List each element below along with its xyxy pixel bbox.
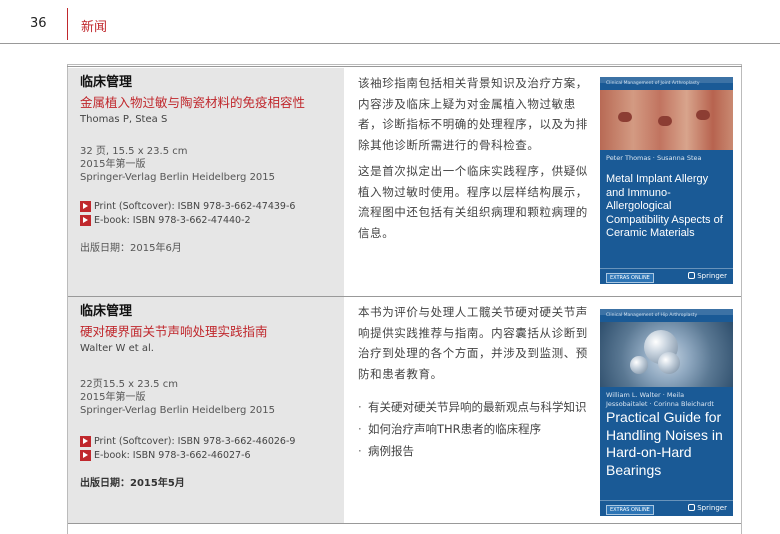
frame-top-rule: [67, 66, 742, 67]
book-authors: Walter W et al.: [80, 343, 154, 354]
cover-art: Clinical Management of Joint Arthroplast…: [600, 77, 733, 284]
book-entry: 临床管理 硬对硬界面关节声响处理实践指南 Walter W et al. 22页…: [68, 297, 741, 523]
book-entry: 临床管理 金属植入物过敏与陶瓷材料的免疫相容性 Thomas P, Stea S…: [68, 68, 741, 296]
cover-footer: EXTRAS ONLINE Springer: [600, 268, 733, 284]
isbn-print-label: Print (Softcover): ISBN 978-3-662-47439-…: [94, 201, 296, 212]
springer-label: Springer: [697, 272, 727, 280]
cover-photo-mark: [696, 110, 710, 120]
arrow-icon: [80, 201, 91, 212]
cover-series: Clinical Management of Hip Arthroplasty: [606, 313, 698, 318]
arrow-icon: [80, 450, 91, 461]
page-header: 36 新闻: [0, 0, 780, 44]
isbn-ebook-label: E-book: ISBN 978-3-662-47440-2: [94, 215, 251, 226]
springer-horse-icon: [688, 272, 696, 279]
book-edition: 2015年第一版: [80, 159, 146, 170]
book-cover[interactable]: Clinical Management of Hip Arthroplasty …: [600, 309, 733, 516]
book-cover[interactable]: Clinical Management of Joint Arthroplast…: [600, 77, 733, 284]
arrow-icon: [80, 215, 91, 226]
extras-online-badge: EXTRAS ONLINE: [606, 273, 654, 283]
isbn-ebook-link[interactable]: E-book: ISBN 978-3-662-46027-6: [80, 449, 344, 463]
isbn-ebook-link[interactable]: E-book: ISBN 978-3-662-47440-2: [80, 214, 344, 228]
springer-label: Springer: [697, 504, 727, 512]
cover-photo: [600, 90, 733, 150]
cover-art: Clinical Management of Hip Arthroplasty …: [600, 309, 733, 516]
cover-title: Metal Implant Allergy and Immuno-Allergo…: [606, 173, 723, 239]
entry-divider: [68, 523, 741, 524]
cover-title: Practical Guide for Handling Noises in H…: [606, 409, 723, 478]
book-pages-size: 22页15.5 x 23.5 cm: [80, 379, 178, 390]
book-meta: 临床管理 硬对硬界面关节声响处理实践指南 Walter W et al. 22页…: [68, 297, 344, 523]
book-title: 硬对硬界面关节声响处理实践指南: [80, 324, 268, 339]
book-publisher: Springer-Verlag Berlin Heidelberg 2015: [80, 172, 276, 183]
isbn-ebook-label: E-book: ISBN 978-3-662-46027-6: [94, 450, 251, 461]
springer-logo: Springer: [688, 272, 727, 280]
feature-item: 如何治疗声响THR患者的临床程序: [358, 418, 594, 440]
book-category: 临床管理: [80, 75, 133, 90]
isbn-print-label: Print (Softcover): ISBN 978-3-662-46026-…: [94, 436, 296, 447]
header-rule: [0, 43, 780, 44]
springer-logo: Springer: [688, 504, 727, 512]
book-title: 金属植入物过敏与陶瓷材料的免疫相容性: [80, 95, 306, 110]
feature-list: 有关硬对硬关节异响的最新观点与科学知识 如何治疗声响THR患者的临床程序 病例报…: [358, 396, 594, 462]
cover-authors: Peter Thomas · Susanna Stea: [606, 154, 702, 162]
cover-photo-mark: [658, 116, 672, 126]
book-meta: 临床管理 金属植入物过敏与陶瓷材料的免疫相容性 Thomas P, Stea S…: [68, 68, 344, 296]
cover-authors: William L. Walter · Meila Jessobaitalet …: [606, 391, 714, 408]
springer-horse-icon: [688, 504, 696, 511]
book-description: 本书为评价与处理人工髋关节硬对硬关节声响提供实践推荐与指南。内容囊括从诊断到治疗…: [344, 297, 594, 523]
publish-date: 出版日期：2015年6月: [80, 243, 182, 254]
page-number: 36: [30, 16, 47, 31]
description-paragraph: 该袖珍指南包括相关背景知识及治疗方案，内容涉及临床上疑为对金属植入物过敏患者，诊…: [358, 76, 588, 152]
extras-online-badge: EXTRAS ONLINE: [606, 505, 654, 515]
description-paragraph: 本书为评价与处理人工髋关节硬对硬关节声响提供实践推荐与指南。内容囊括从诊断到治疗…: [358, 305, 588, 381]
book-pages-size: 32 页, 15.5 x 23.5 cm: [80, 146, 188, 157]
cover-series: Clinical Management of Joint Arthroplast…: [606, 81, 700, 86]
description-paragraph: 这是首次拟定出一个临床实践程序，供疑似植入物过敏时使用。程序以层样结构展示，流程…: [358, 164, 588, 240]
publish-date: 出版日期：2015年5月: [80, 478, 185, 489]
book-authors: Thomas P, Stea S: [80, 114, 168, 125]
book-edition: 2015年第一版: [80, 392, 146, 403]
isbn-print-link[interactable]: Print (Softcover): ISBN 978-3-662-47439-…: [80, 200, 344, 214]
header-divider: [67, 8, 68, 40]
book-description: 该袖珍指南包括相关背景知识及治疗方案，内容涉及临床上疑为对金属植入物过敏患者，诊…: [344, 68, 594, 296]
book-publisher: Springer-Verlag Berlin Heidelberg 2015: [80, 405, 276, 416]
feature-item: 有关硬对硬关节异响的最新观点与科学知识: [358, 396, 594, 418]
section-title: 新闻: [81, 20, 108, 35]
feature-item: 病例报告: [358, 440, 594, 462]
arrow-icon: [80, 436, 91, 447]
cover-footer: EXTRAS ONLINE Springer: [600, 500, 733, 516]
cover-photo-mark: [630, 356, 648, 374]
book-category: 临床管理: [80, 304, 133, 319]
cover-photo-mark: [618, 112, 632, 122]
cover-photo: [600, 322, 733, 387]
cover-photo-mark: [658, 352, 680, 374]
isbn-print-link[interactable]: Print (Softcover): ISBN 978-3-662-46026-…: [80, 435, 344, 449]
